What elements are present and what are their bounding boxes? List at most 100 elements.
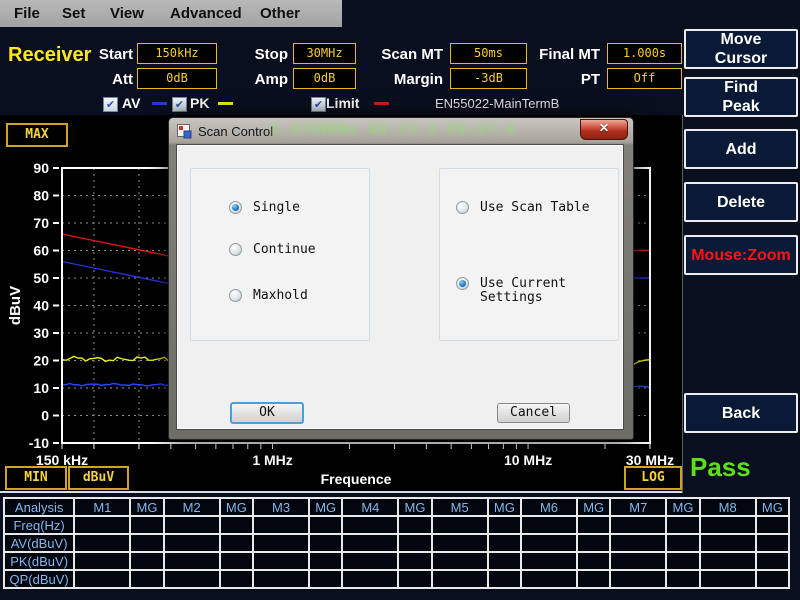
table-header-row-cell: M2: [164, 498, 220, 516]
dialog-body: Single Continue Maxhold Use Scan Table Use C…: [176, 144, 624, 430]
table-header-row-cell: M5: [432, 498, 488, 516]
svg-text:50: 50: [33, 270, 49, 286]
menu-item-set[interactable]: Set: [62, 0, 85, 27]
table-row-freqhz-label: Freq(Hz): [4, 516, 74, 534]
svg-text:90: 90: [33, 160, 49, 176]
svg-text:10: 10: [33, 380, 49, 396]
table-row-freqhz-cell: [309, 516, 342, 534]
table-header-row-cell: MG: [577, 498, 610, 516]
find-peak-button[interactable]: Find Peak: [684, 77, 798, 117]
table-row-freqhz-cell: [610, 516, 666, 534]
field-label-scan-mt: Scan MT: [333, 45, 443, 65]
field-value-pt[interactable]: Off: [607, 68, 682, 89]
table-row-freqhz: Freq(Hz): [4, 516, 789, 534]
radio-single[interactable]: [229, 201, 242, 214]
table-row-pkdbuv-cell: [666, 552, 699, 570]
y-unit-button[interactable]: dBuV: [68, 466, 129, 490]
app-window: FileSetViewAdvancedOther Receiver Start1…: [0, 0, 800, 600]
table-row-pkdbuv-cell: [74, 552, 130, 570]
table-row-qpdbuv-cell: [342, 570, 398, 588]
svg-text:60: 60: [33, 243, 49, 259]
svg-text:10 MHz: 10 MHz: [504, 452, 552, 468]
field-label-att: Att: [23, 70, 133, 90]
field-value-final-mt[interactable]: 1.000s: [607, 43, 682, 64]
field-label-pt: PT: [490, 70, 600, 90]
table-header-row-label: Analysis: [4, 498, 74, 516]
table-row-qpdbuv-cell: [521, 570, 577, 588]
checkbox-av[interactable]: ✔: [103, 97, 118, 112]
close-icon[interactable]: ✕: [580, 119, 628, 140]
table-header-row-cell: M4: [342, 498, 398, 516]
table-header-row-cell: M7: [610, 498, 666, 516]
checkbox-label-pk: PK: [190, 96, 209, 111]
table-row-pkdbuv-cell: [130, 552, 163, 570]
table-row-freqhz-cell: [74, 516, 130, 534]
radio-use-current-settings[interactable]: [456, 277, 469, 290]
menu-item-advanced[interactable]: Advanced: [170, 0, 242, 27]
radio-label-use-scan-table[interactable]: Use Scan Table: [480, 201, 590, 215]
dialog-title-bar[interactable]: Scan Control 2.3750MHz AV:15.3 PK:27.8 ✕: [169, 118, 633, 144]
checkbox-label-limit: Limit: [326, 96, 359, 111]
table-row-pkdbuv-cell: [756, 552, 789, 570]
form-icon: [177, 124, 192, 139]
legend-dash-limit: [374, 102, 389, 105]
table-header-row-cell: MG: [309, 498, 342, 516]
menu-item-view[interactable]: View: [110, 0, 144, 27]
table-row-freqhz-cell: [398, 516, 431, 534]
checkbox-limit[interactable]: ✔: [311, 97, 326, 112]
table-row-avdbuv-cell: [432, 534, 488, 552]
table-row-pkdbuv-cell: [521, 552, 577, 570]
table-row-pkdbuv-cell: [610, 552, 666, 570]
x-scale-log-button[interactable]: LOG: [624, 466, 682, 490]
menu-item-other[interactable]: Other: [260, 0, 300, 27]
move-cursor-button[interactable]: Move Cursor: [684, 29, 798, 69]
table-header-row: AnalysisM1MGM2MGM3MGM4MGM5MGM6MGM7MGM8MG: [4, 498, 789, 516]
radio-label-single[interactable]: Single: [253, 201, 300, 215]
table-row-pkdbuv-cell: [488, 552, 521, 570]
pass-status-badge: Pass: [690, 452, 751, 483]
ok-button[interactable]: OK: [230, 402, 304, 424]
table-row-freqhz-cell: [666, 516, 699, 534]
table-row-pkdbuv-cell: [342, 552, 398, 570]
radio-label-maxhold[interactable]: Maxhold: [253, 289, 308, 303]
radio-maxhold[interactable]: [229, 289, 242, 302]
svg-text:70: 70: [33, 215, 49, 231]
table-row-avdbuv-cell: [577, 534, 610, 552]
table-row-pkdbuv: PK(dBuV): [4, 552, 789, 570]
svg-text:30: 30: [33, 325, 49, 341]
table-row-qpdbuv-cell: [253, 570, 309, 588]
table-row-qpdbuv-cell: [577, 570, 610, 588]
table-row-freqhz-cell: [342, 516, 398, 534]
scan-source-groupbox: [439, 168, 619, 341]
back-button[interactable]: Back: [684, 393, 798, 433]
radio-label-use-current-settings[interactable]: Use Current Settings: [480, 277, 623, 305]
svg-text:dBuV: dBuV: [7, 286, 24, 325]
radio-label-continue[interactable]: Continue: [253, 243, 316, 257]
table-row-pkdbuv-cell: [432, 552, 488, 570]
table-row-avdbuv: AV(dBuV): [4, 534, 789, 552]
checkbox-pk[interactable]: ✔: [172, 97, 187, 112]
y-max-button[interactable]: MAX: [6, 123, 68, 147]
table-row-qpdbuv-cell: [756, 570, 789, 588]
radio-continue[interactable]: [229, 243, 242, 256]
table-header-row-cell: MG: [488, 498, 521, 516]
svg-text:40: 40: [33, 298, 49, 314]
y-min-button[interactable]: MIN: [5, 466, 67, 490]
checkbox-label-av: AV: [122, 96, 140, 111]
table-row-qpdbuv-cell: [309, 570, 342, 588]
delete-button[interactable]: Delete: [684, 182, 798, 222]
table-row-pkdbuv-cell: [253, 552, 309, 570]
svg-text:1 MHz: 1 MHz: [252, 452, 292, 468]
cancel-button[interactable]: Cancel: [497, 403, 570, 423]
add-button[interactable]: Add: [684, 129, 798, 169]
table-row-qpdbuv-cell: [432, 570, 488, 588]
table-header-row-cell: MG: [130, 498, 163, 516]
svg-text:20: 20: [33, 353, 49, 369]
menu-item-file[interactable]: File: [14, 0, 40, 27]
table-row-avdbuv-cell: [756, 534, 789, 552]
table-row-avdbuv-cell: [666, 534, 699, 552]
mouse-zoom-button[interactable]: Mouse:Zoom: [684, 235, 798, 275]
scan-control-dialog: Scan Control 2.3750MHz AV:15.3 PK:27.8 ✕…: [168, 117, 634, 440]
radio-use-scan-table[interactable]: [456, 201, 469, 214]
table-header-row-cell: M8: [700, 498, 756, 516]
